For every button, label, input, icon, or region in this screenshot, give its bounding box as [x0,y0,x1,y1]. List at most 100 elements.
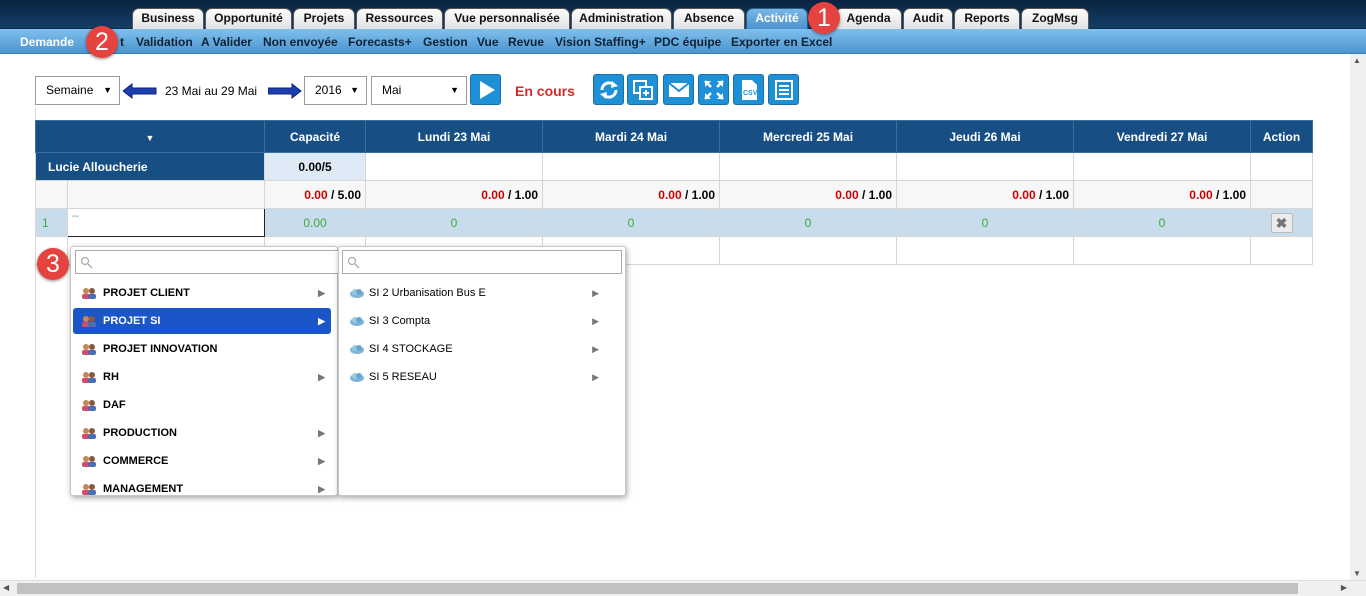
subnav-non-envoyee[interactable]: Non envoyée [263,35,338,49]
chevron-right-icon: ▶ [592,344,599,354]
tab-business[interactable]: Business [132,8,204,29]
csv-icon: CSV [742,80,758,100]
total-cap: 5.00 [337,187,362,202]
horizontal-scrollbar[interactable]: ◀ ▶ [0,580,1366,596]
menu-item[interactable]: PRODUCTION ▶ [73,420,331,446]
people-icon [82,344,96,355]
play-button[interactable] [470,74,501,105]
activity-row: 1 -- 0.00 0 0 0 0 0 ✖ [35,208,1314,237]
tab-administration[interactable]: Administration [571,8,672,29]
previous-week-arrow-icon[interactable] [123,83,157,99]
menu-item[interactable]: PROJET CLIENT ▶ [73,280,331,306]
csv-export-button[interactable]: CSV [733,74,764,105]
day-cell [365,152,544,181]
menu-item[interactable]: RH ▶ [73,364,331,390]
header-mardi: Mardi 24 Mai [542,120,721,153]
people-icon [82,372,96,383]
day-hours-mercredi[interactable]: 0 [719,208,898,237]
year-value: 2016 [315,83,342,97]
submenu-item[interactable]: SI 4 STOCKAGE ▶ [341,336,621,362]
subnav-vision-staffing[interactable]: Vision Staffing+ [555,35,646,49]
tab-zogmsg[interactable]: ZogMsg [1021,8,1089,29]
total-used: 0.00 [1012,187,1036,202]
category-search-input[interactable] [75,250,339,274]
menu-item[interactable]: MANAGEMENT ▶ [73,476,331,502]
menu-item[interactable]: DAF [73,392,331,418]
delete-row-button[interactable]: ✖ [1270,212,1293,233]
copy-icon [633,80,653,100]
submenu-item[interactable]: SI 2 Urbanisation Bus E ▶ [341,280,621,306]
subnav-forecasts[interactable]: Forecasts+ [348,35,412,49]
day-hours-mardi[interactable]: 0 [542,208,721,237]
cloud-icon [350,373,364,382]
expand-button[interactable] [698,74,729,105]
project-search-input[interactable] [342,250,622,274]
scroll-up-icon[interactable]: ▲ [1353,56,1361,65]
tab-audit[interactable]: Audit [903,8,953,29]
chevron-right-icon: ▶ [318,316,325,326]
tab-reports[interactable]: Reports [954,8,1020,29]
subnav-pdc-equipe[interactable]: PDC équipe [654,35,721,49]
subnav-revue[interactable]: Revue [508,35,544,49]
people-icon [82,400,96,411]
chevron-right-icon: ▶ [318,428,325,438]
day-hours-vendredi[interactable]: 0 [1073,208,1252,237]
header-vendredi: Vendredi 27 Mai [1073,120,1252,153]
submenu-item-label: SI 3 Compta [369,315,431,327]
refresh-button[interactable] [593,74,624,105]
total-vendredi: 0.00 / 1.00 [1073,180,1252,209]
search-icon [347,256,360,269]
empty-cell [1250,180,1314,209]
day-cell [1073,152,1252,181]
total-mercredi: 0.00 / 1.00 [719,180,898,209]
tab-absence[interactable]: Absence [673,8,745,29]
collapse-header[interactable]: ▼ [34,120,266,153]
subnav-vue[interactable]: Vue [477,35,499,49]
cloud-icon [350,317,364,326]
list-button[interactable] [768,74,799,105]
chevron-right-icon: ▶ [318,372,325,382]
menu-item[interactable]: COMMERCE ▶ [73,448,331,474]
scroll-left-icon[interactable]: ◀ [3,583,9,592]
tab-vue-personnalisee[interactable]: Vue personnalisée [444,8,570,29]
subnav-validation[interactable]: Validation [136,35,193,49]
copy-button[interactable] [627,74,658,105]
scroll-down-icon[interactable]: ▼ [1353,569,1361,578]
project-category-menu: PROJET CLIENT ▶ PROJET SI ▶ PROJET INNOVATIO… [70,246,339,496]
subnav-a-valider[interactable]: A Valider [201,35,252,49]
day-hours-lundi[interactable]: 0 [365,208,544,237]
horizontal-scroll-thumb[interactable] [17,583,1298,594]
total-cap: 1.00 [868,187,893,202]
year-select[interactable]: 2016 ▼ [304,76,367,105]
tab-projets[interactable]: Projets [293,8,355,29]
tab-ressources[interactable]: Ressources [356,8,443,29]
submenu-item[interactable]: SI 5 RESEAU ▶ [341,364,621,390]
people-icon [82,428,96,439]
chevron-right-icon: ▶ [592,316,599,326]
tab-activite[interactable]: Activité [746,8,808,29]
tab-agenda[interactable]: Agenda [835,8,902,29]
scroll-right-icon[interactable]: ▶ [1341,583,1347,592]
submenu-item-label: SI 4 STOCKAGE [369,343,453,355]
mail-button[interactable] [663,74,694,105]
subnav-t[interactable]: t [120,35,124,49]
submenu-item[interactable]: SI 3 Compta ▶ [341,308,621,334]
people-icon [82,484,96,495]
chevron-right-icon: ▶ [318,484,325,494]
menu-item[interactable]: PROJET SI ▶ [73,308,331,334]
subnav-demande[interactable]: Demande [20,35,74,49]
subnav-exporter-excel[interactable]: Exporter en Excel [731,35,832,49]
callout-badge-2: 2 [86,26,118,58]
tab-opportunite[interactable]: Opportunité [205,8,292,29]
next-week-arrow-icon[interactable] [268,83,302,99]
month-select[interactable]: Mai ▼ [371,76,467,105]
total-used: 0.00 [658,187,682,202]
vertical-scrollbar[interactable]: ▲ ▼ [1350,54,1366,580]
menu-item[interactable]: PROJET INNOVATION [73,336,331,362]
subnav-gestion[interactable]: Gestion [423,35,468,49]
total-mardi: 0.00 / 1.00 [542,180,721,209]
day-hours-jeudi[interactable]: 0 [896,208,1075,237]
period-select[interactable]: Semaine ▼ [35,76,120,105]
total-capacity: 0.00 / 5.00 [264,180,367,209]
activity-project-input[interactable]: -- [66,208,266,237]
